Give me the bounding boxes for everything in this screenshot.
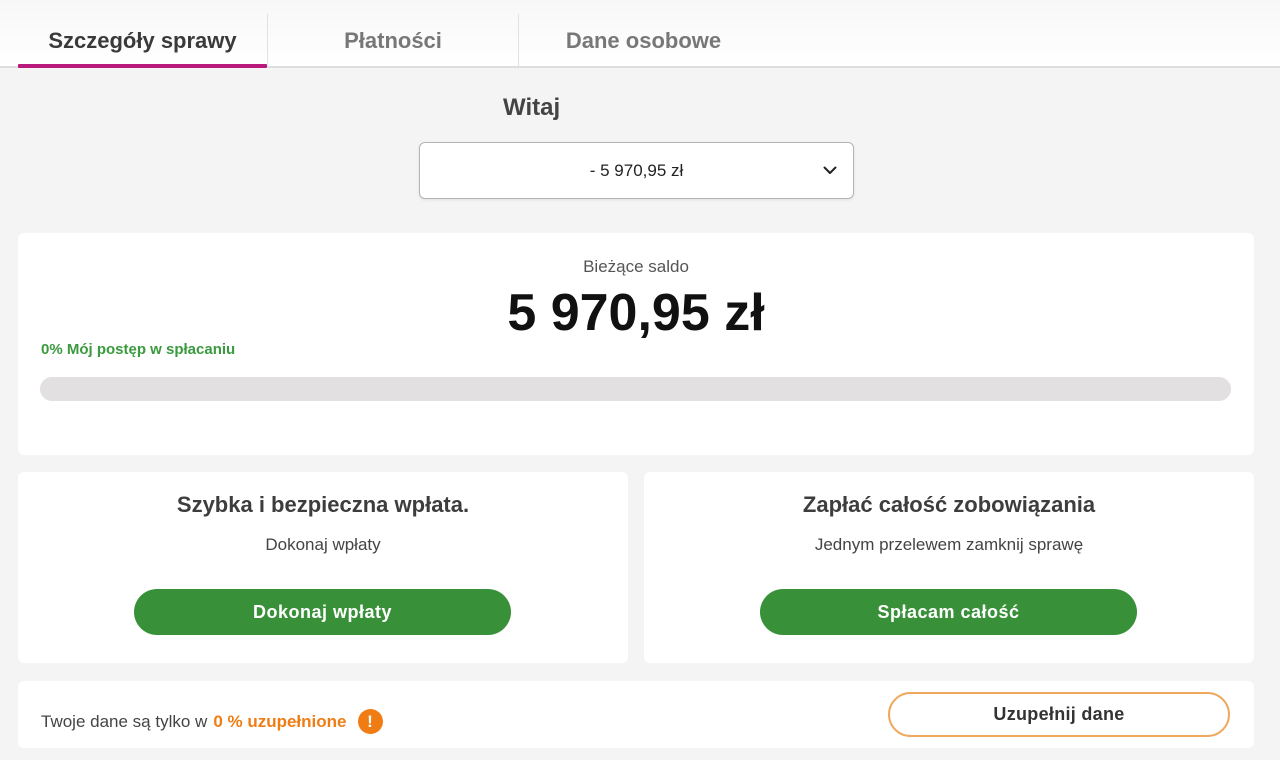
pay-full-card: Zapłać całość zobowiązania Jednym przele… <box>644 472 1254 663</box>
quick-payment-card: Szybka i bezpieczna wpłata. Dokonaj wpła… <box>18 472 628 663</box>
chevron-down-icon <box>823 164 837 178</box>
quick-payment-title: Szybka i bezpieczna wpłata. <box>176 492 470 517</box>
tab-personal-data[interactable]: Dane osobowe <box>519 14 768 68</box>
balance-card: Bieżące saldo 5 970,95 zł 0% Mój postęp … <box>18 233 1254 455</box>
balance-label: Bieżące saldo <box>583 257 689 276</box>
data-completion-percent: 0 % uzupełnione <box>213 711 347 731</box>
pay-full-title: Zapłać całość zobowiązania <box>802 492 1096 517</box>
tab-case-details[interactable]: Szczegóły sprawy <box>18 14 267 68</box>
repayment-progress-label: 0% Mój postęp w spłacaniu <box>41 341 236 358</box>
warning-icon: ! <box>357 709 383 734</box>
data-completion-card: Twoje dane są tylko w 0 % uzupełnione ! … <box>18 681 1254 748</box>
quick-payment-subtitle: Dokonaj wpłaty <box>265 535 381 554</box>
data-completion-text: Twoje dane są tylko w <box>41 711 208 731</box>
active-tab-indicator <box>18 64 267 68</box>
greeting-heading: Witaj <box>503 94 561 121</box>
balance-value: 5 970,95 zł <box>507 284 765 342</box>
case-select[interactable]: - 5 970,95 zł <box>419 142 854 199</box>
complete-data-button[interactable]: Uzupełnij dane <box>888 692 1230 737</box>
case-select-value: - 5 970,95 zł <box>589 160 684 180</box>
pay-full-subtitle: Jednym przelewem zamknij sprawę <box>814 535 1084 554</box>
data-completion-message: Twoje dane są tylko w 0 % uzupełnione ! <box>41 709 383 734</box>
repayment-progress-bar <box>40 377 1231 401</box>
pay-full-button[interactable]: Spłacam całość <box>760 589 1137 635</box>
tab-payments[interactable]: Płatności <box>268 14 518 68</box>
make-payment-button[interactable]: Dokonaj wpłaty <box>134 589 511 635</box>
tab-bar: Szczegóły sprawy Płatności Dane osobowe <box>0 0 1280 68</box>
